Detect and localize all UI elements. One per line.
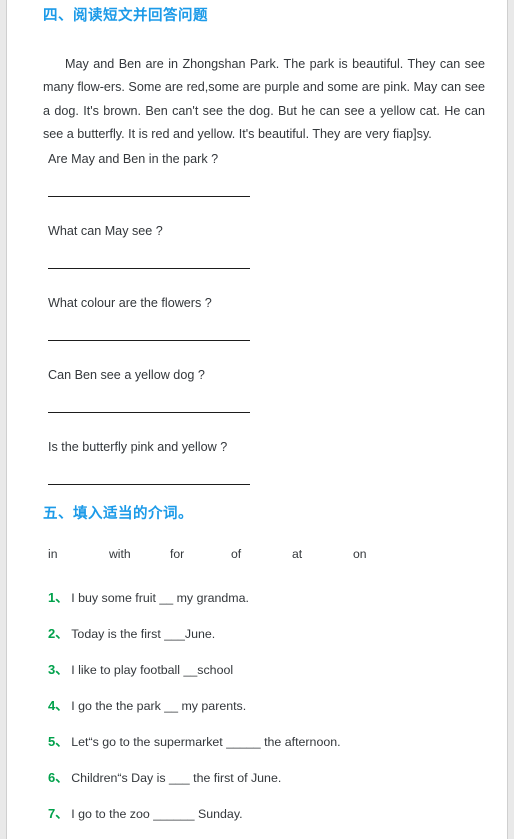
- item-text[interactable]: I buy some fruit __ my grandma.: [71, 591, 249, 605]
- word-bank-item: with: [109, 547, 131, 561]
- item-text[interactable]: Let“s go to the supermarket _____ the af…: [71, 735, 340, 749]
- item-text[interactable]: I go to the zoo ______ Sunday.: [71, 807, 242, 821]
- word-bank-item: at: [292, 547, 303, 561]
- item-text[interactable]: I like to play football __school: [71, 663, 233, 677]
- answer-blank-line[interactable]: [48, 412, 250, 413]
- list-item: 7、 I go to the zoo ______ Sunday.: [48, 806, 491, 839]
- section-five-heading: 五、填入适当的介词。: [43, 506, 193, 522]
- list-item: 6、 Children“s Day is ___ the first of Jun…: [48, 770, 491, 806]
- question-text: Are May and Ben in the park ?: [48, 152, 219, 166]
- question-text: What can May see ?: [48, 224, 163, 238]
- page-right-edge-line: [507, 0, 508, 839]
- fill-in-blank-list: 1、 I buy some fruit __ my grandma. 2、 Toda…: [48, 590, 491, 839]
- question-block: Is the butterfly pink and yellow ?: [48, 439, 378, 485]
- question-text: Can Ben see a yellow dog ?: [48, 368, 205, 382]
- item-number: 2、: [48, 626, 69, 641]
- item-number: 3、: [48, 662, 69, 677]
- section-four-heading: 四、阅读短文并回答问题: [43, 8, 208, 24]
- list-item: 3、 I like to play football __school: [48, 662, 491, 698]
- question-block: What can May see ?: [48, 223, 378, 269]
- word-bank-item: in: [48, 547, 58, 561]
- item-number: 4、: [48, 698, 69, 713]
- answer-blank-line[interactable]: [48, 340, 250, 341]
- answer-blank-line[interactable]: [48, 484, 250, 485]
- word-bank: in with for of at on: [48, 547, 367, 561]
- item-number: 5、: [48, 734, 69, 749]
- page-right-gutter: [508, 0, 514, 839]
- worksheet-page: 四、阅读短文并回答问题 May and Ben are in Zhongshan…: [0, 0, 514, 839]
- word-bank-item: for: [170, 547, 185, 561]
- list-item: 4、 I go the the park __ my parents.: [48, 698, 491, 734]
- item-number: 7、: [48, 806, 69, 821]
- question-text: What colour are the flowers ?: [48, 296, 212, 310]
- word-bank-item: of: [231, 547, 242, 561]
- answer-blank-line[interactable]: [48, 196, 250, 197]
- question-text: Is the butterfly pink and yellow ?: [48, 440, 228, 454]
- list-item: 1、 I buy some fruit __ my grandma.: [48, 590, 491, 626]
- item-number: 6、: [48, 770, 69, 785]
- answer-blank-line[interactable]: [48, 268, 250, 269]
- item-number: 1、: [48, 590, 69, 605]
- reading-passage: May and Ben are in Zhongshan Park. The p…: [43, 56, 485, 142]
- item-text[interactable]: Today is the first ___June.: [71, 627, 215, 641]
- list-item: 2、 Today is the first ___June.: [48, 626, 491, 662]
- list-item: 5、 Let“s go to the supermarket _____ the …: [48, 734, 491, 770]
- page-content: 四、阅读短文并回答问题 May and Ben are in Zhongshan…: [7, 0, 507, 839]
- item-text[interactable]: I go the the park __ my parents.: [71, 699, 246, 713]
- question-block: Can Ben see a yellow dog ?: [48, 367, 378, 413]
- word-bank-item: on: [353, 547, 367, 561]
- question-block: Are May and Ben in the park ?: [48, 151, 378, 197]
- question-block: What colour are the flowers ?: [48, 295, 378, 341]
- item-text[interactable]: Children“s Day is ___ the first of June.: [71, 771, 281, 785]
